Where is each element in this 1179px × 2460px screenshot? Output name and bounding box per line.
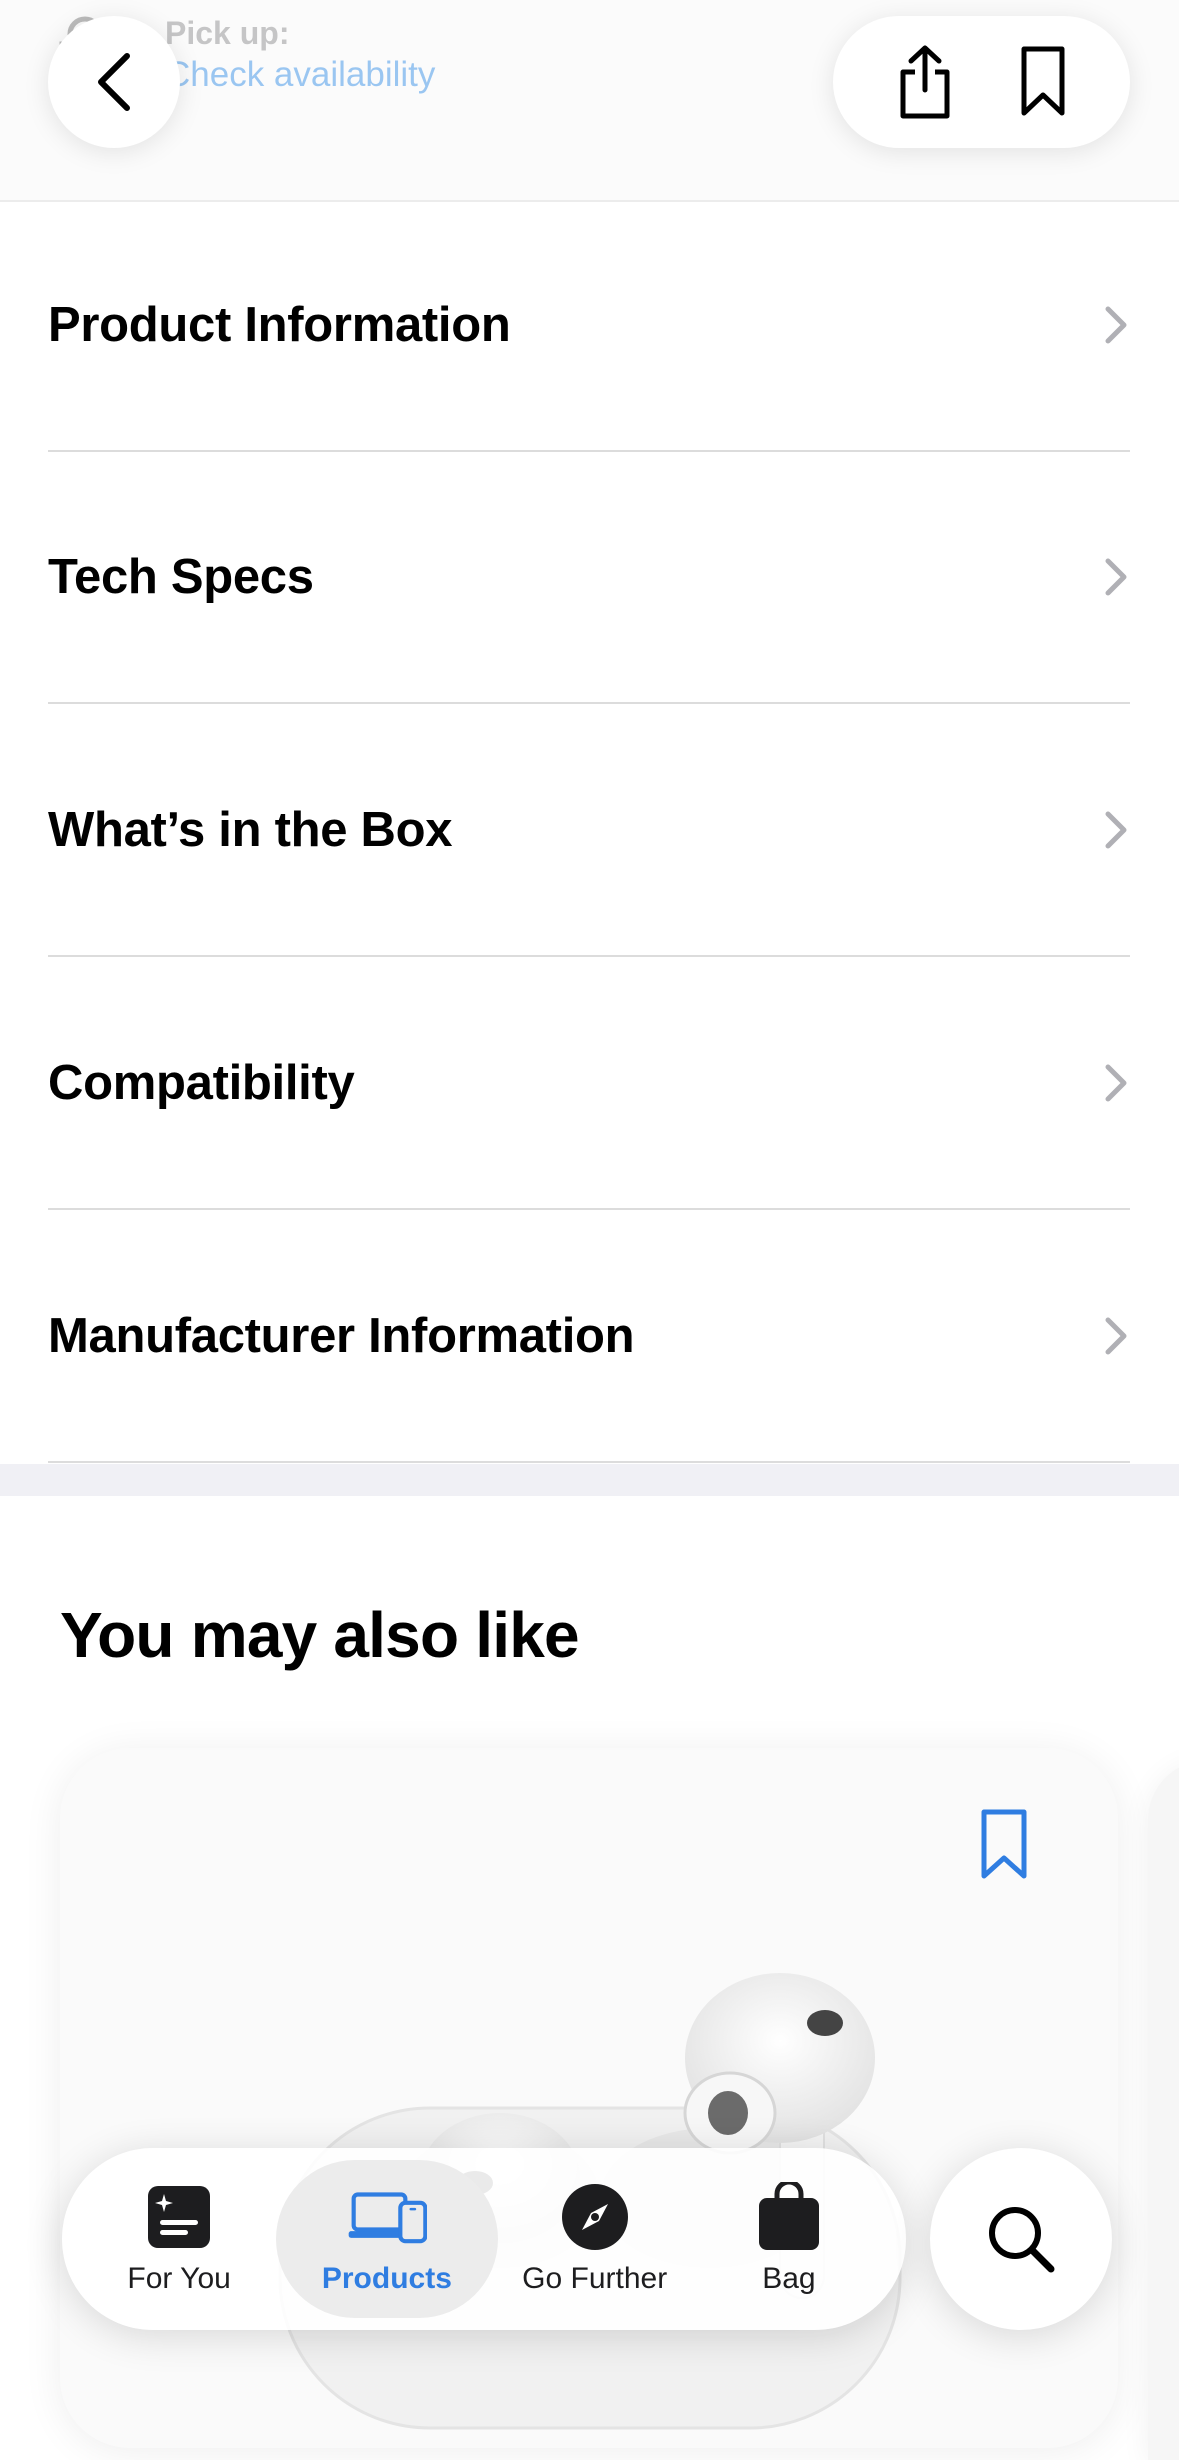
- pickup-info: Pick up: Check availability: [165, 14, 435, 98]
- tab-for-you[interactable]: For You: [82, 2160, 276, 2318]
- row-label: Manufacturer Information: [48, 1309, 635, 1363]
- back-button[interactable]: [48, 16, 180, 148]
- chevron-left-icon: [98, 53, 130, 111]
- section-divider: [0, 1464, 1179, 1496]
- search-icon: [989, 2207, 1055, 2273]
- row-label: Tech Specs: [48, 550, 314, 604]
- row-product-information[interactable]: Product Information: [48, 200, 1130, 452]
- row-whats-in-the-box[interactable]: What’s in the Box: [48, 705, 1130, 957]
- tab-label: Go Further: [522, 2262, 668, 2295]
- tab-label: For You: [127, 2262, 231, 2295]
- top-bar: Pick up: Check availability: [0, 0, 1179, 202]
- tab-products[interactable]: Products: [276, 2160, 498, 2318]
- check-availability-link[interactable]: Check availability: [165, 52, 435, 98]
- bookmark-icon[interactable]: [978, 1808, 1030, 1882]
- tab-go-further[interactable]: Go Further: [498, 2160, 692, 2318]
- chevron-right-icon: [1105, 558, 1127, 596]
- chevron-right-icon: [1105, 306, 1127, 344]
- tab-label: Products: [321, 2262, 452, 2295]
- tab-bag[interactable]: Bag: [692, 2160, 886, 2318]
- chevron-right-icon: [1105, 1064, 1127, 1102]
- row-label: Compatibility: [48, 1056, 355, 1110]
- pickup-label: Pick up:: [165, 15, 290, 51]
- row-tech-specs[interactable]: Tech Specs: [48, 452, 1130, 704]
- chevron-right-icon: [1105, 811, 1127, 849]
- row-manufacturer-information[interactable]: Manufacturer Information: [48, 1211, 1130, 1463]
- chevron-right-icon: [1105, 1317, 1127, 1355]
- for-you-icon: [139, 2182, 219, 2252]
- header-actions: [833, 16, 1130, 148]
- share-button[interactable]: [895, 44, 955, 120]
- products-icon: [347, 2182, 427, 2252]
- save-button[interactable]: [1018, 45, 1068, 119]
- row-label: What’s in the Box: [48, 803, 453, 857]
- bag-icon: [749, 2182, 829, 2252]
- row-compatibility[interactable]: Compatibility: [48, 958, 1130, 1210]
- section-title: You may also like: [60, 1599, 580, 1671]
- search-button[interactable]: [930, 2148, 1112, 2330]
- tab-label: Bag: [762, 2262, 816, 2295]
- share-icon: [900, 45, 950, 119]
- row-label: Product Information: [48, 298, 511, 352]
- compass-icon: [555, 2182, 635, 2252]
- bookmark-icon: [1021, 46, 1065, 116]
- tab-bar: For You Products Go Further Bag: [62, 2148, 906, 2330]
- next-product-card[interactable]: [1148, 1760, 1179, 2460]
- product-card[interactable]: [60, 1748, 1118, 2448]
